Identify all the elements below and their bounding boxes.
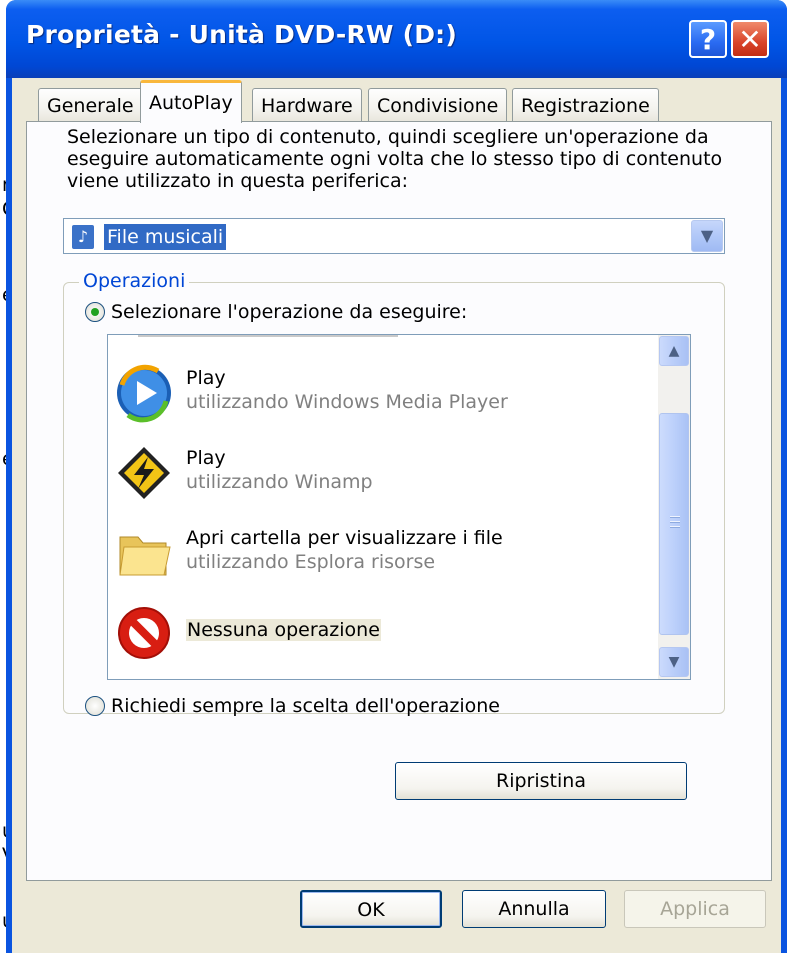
chevron-down-icon[interactable]: ▼ [691, 220, 723, 252]
scroll-up-button[interactable]: ▲ [659, 336, 689, 366]
always-ask-radio[interactable] [85, 696, 105, 716]
actions-scrollbar[interactable]: ▲ ▼ [658, 335, 690, 679]
scroll-thumb[interactable] [659, 413, 689, 635]
list-item-selected[interactable]: Nessuna operazione [112, 595, 642, 665]
tab-condivisione[interactable]: Condivisione [368, 88, 508, 122]
actions-list[interactable]: Play utilizzando Windows Media Player Pl… [107, 334, 691, 680]
content-type-select[interactable]: ♪ File musicali ▼ [63, 218, 725, 254]
question-icon: ? [699, 22, 717, 56]
chevron-down-icon: ▼ [668, 654, 680, 670]
tab-hardware[interactable]: Hardware [252, 88, 362, 122]
list-item-partial [138, 335, 398, 337]
description-line: Selezionare un tipo di contenuto, quindi… [67, 126, 709, 148]
action-title: Apri cartella per visualizzare i file [186, 527, 503, 549]
dialog-body: Generale AutoPlay Hardware Condivisione … [12, 78, 781, 953]
help-button[interactable]: ? [689, 20, 727, 58]
action-title: Play [186, 447, 226, 469]
tab-registrazione[interactable]: Registrazione [512, 88, 659, 122]
restore-button[interactable]: Ripristina [395, 762, 687, 800]
action-title: Play [186, 367, 226, 389]
title-bar[interactable]: Proprietà - Unità DVD-RW (D:) ? ✕ [6, 0, 787, 78]
no-action-icon [118, 607, 170, 659]
list-item[interactable]: Play utilizzando Winamp [112, 435, 642, 505]
music-file-icon: ♪ [72, 225, 94, 249]
ok-button[interactable]: OK [300, 890, 442, 928]
grip-line [670, 521, 680, 523]
always-ask-label[interactable]: Richiedi sempre la scelta dell'operazion… [111, 695, 500, 717]
properties-dialog: Proprietà - Unità DVD-RW (D:) ? ✕ Genera… [6, 0, 787, 953]
folder-icon [119, 536, 171, 576]
close-button[interactable]: ✕ [731, 20, 769, 58]
window-title: Proprietà - Unità DVD-RW (D:) [26, 20, 457, 49]
cancel-button[interactable]: Annulla [462, 890, 606, 928]
description-line: viene utilizzato in questa periferica: [67, 170, 408, 192]
grip-line [670, 516, 680, 518]
winamp-icon [118, 447, 170, 499]
tab-autoplay[interactable]: AutoPlay [140, 80, 242, 123]
action-title: Nessuna operazione [186, 619, 381, 641]
list-item[interactable]: Apri cartella per visualizzare i file ut… [112, 515, 642, 585]
content-type-value: File musicali [104, 224, 227, 250]
description-line: eseguire automaticamente ogni volta che … [67, 148, 723, 170]
tab-label: Generale [47, 94, 134, 117]
close-icon: ✕ [738, 22, 762, 56]
action-subtitle: utilizzando Winamp [186, 471, 373, 493]
tab-label: Hardware [261, 94, 353, 117]
tab-generale[interactable]: Generale [38, 88, 143, 122]
action-subtitle: utilizzando Esplora risorse [186, 551, 436, 573]
select-action-radio[interactable] [85, 302, 105, 322]
tab-panel-autoplay: Selezionare un tipo di contenuto, quindi… [26, 121, 772, 881]
windows-media-player-icon [117, 364, 171, 423]
select-action-label[interactable]: Selezionare l'operazione da eseguire: [111, 301, 467, 323]
apply-button[interactable]: Applica [624, 890, 766, 928]
operations-group-label: Operazioni [79, 270, 190, 292]
scroll-down-button[interactable]: ▼ [659, 647, 689, 677]
list-item[interactable]: Play utilizzando Windows Media Player [112, 355, 642, 425]
action-subtitle: utilizzando Windows Media Player [186, 391, 508, 413]
chevron-up-icon: ▲ [668, 343, 680, 359]
grip-line [670, 526, 680, 528]
description-text: Selezionare un tipo di contenuto, quindi… [67, 126, 747, 192]
tab-label: AutoPlay [149, 92, 233, 114]
tab-label: Condivisione [377, 94, 499, 117]
tab-label: Registrazione [521, 94, 650, 117]
